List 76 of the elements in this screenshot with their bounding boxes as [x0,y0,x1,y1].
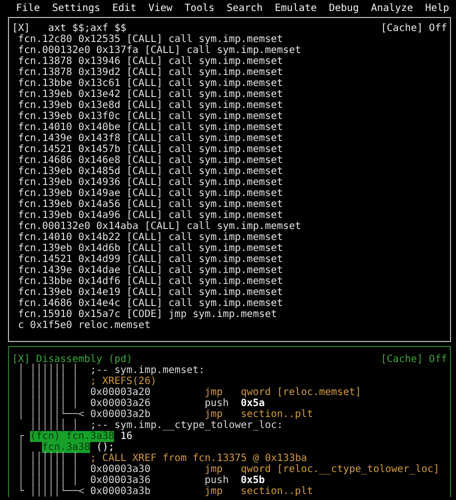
close-button[interactable]: [X] [12,354,30,365]
menu-item[interactable]: Help [425,3,450,14]
xref-line: fcn.14010 0x140be [CALL] call sym.imp.memset [17,122,284,133]
address-text: 0x00003a36 [90,475,152,486]
xref-line: fcn.139eb 0x14a96 [CALL] call sym.imp.memset [17,210,284,221]
flow-graph-gutter: │ ││││││ │ [17,453,80,464]
xref-line: fcn.14010 0x14b22 [CALL] call sym.imp.memset [17,232,284,243]
mnemonic-text: push [204,398,230,409]
xref-line: fcn.139eb 0x14936 [CALL] call sym.imp.memset [17,177,284,188]
xref-line: fcn.14686 0x146e8 [CALL] call sym.imp.memset [17,155,284,166]
xref-line: fcn.139eb 0x149ae [CALL] call sym.imp.memset [17,188,284,199]
operand-text: 0x5b [240,475,265,486]
xref-line: fcn.1439e 0x143f8 [CALL] call sym.imp.memset [17,133,284,144]
xref-line: fcn.14686 0x14e4c [CALL] call sym.imp.memset [17,298,284,309]
flow-graph-gutter: └ │││││└──< [17,486,86,497]
mnemonic-text: jmp [204,486,223,497]
menu-item[interactable]: Search [226,3,263,14]
comment-text: ; CALL XREF from fcn.13375 @ 0x133ba [90,453,308,464]
menu-item[interactable]: Settings [52,3,100,14]
menu-item[interactable]: Edit [112,3,136,14]
cache-toggle[interactable]: [Cache] Off [380,23,447,34]
menu-item[interactable]: Tools [184,3,215,14]
address-text: 0x00003a2b [90,409,152,420]
xref-line: fcn.14521 0x14d99 [CALL] call sym.imp.memset [17,254,284,265]
panel-title: Disassembly (pd) [36,354,132,365]
xref-line: fcn.139eb 0x13e42 [CALL] call sym.imp.memset [17,89,284,100]
panel-title: axt $$;axf $$ [48,23,126,34]
xref-line: fcn.1439e 0x14dae [CALL] call sym.imp.memset [17,265,284,276]
menu-item[interactable]: Emulate [274,3,317,14]
function-name: fcn.3a38 [42,442,90,453]
menu-item[interactable]: Debug [328,3,359,14]
operand-text: section..plt [240,486,313,497]
xref-line: fcn.13878 0x13946 [CALL] call sym.imp.memset [17,56,284,67]
xref-line: fcn.139eb 0x13e8d [CALL] call sym.imp.memset [17,100,284,111]
comment-text: ; XREFS(26) [90,376,156,387]
xref-line: fcn.139eb 0x13f0c [CALL] call sym.imp.memset [17,111,284,122]
flow-graph-gutter: │ │││││└──< [17,409,86,420]
address-text: 0x00003a3b [90,486,152,497]
mnemonic-text: jmp [204,387,223,398]
xref-line: fcn.13878 0x139d2 [CALL] call sym.imp.memset [17,67,284,78]
function-name: (fcn) fcn.3a38 [30,431,114,442]
xref-line: fcn.14521 0x1457b [CALL] call sym.imp.memset [17,144,284,155]
menu-item[interactable]: File [16,3,40,14]
close-button[interactable]: [X] [12,23,30,34]
xref-line: c 0x1f5e0 reloc.memset [17,320,152,331]
address-text: 0x00003a20 [90,387,152,398]
label-text: ;-- sym.imp.__ctype_tolower_loc: [90,420,283,431]
label-text: ;-- sym.imp.memset: [90,365,205,376]
menu-item[interactable]: Analyze [370,3,414,14]
cache-toggle[interactable]: [Cache] Off [380,354,447,365]
address-text: 0x00003a26 [90,398,152,409]
xref-line: fcn.15910 0x15a7c [CODE] jmp sym.imp.memset [17,309,277,320]
xref-line: fcn.000132e0 0x137fa [CALL] call sym.imp.memset [17,45,302,56]
mnemonic-text: jmp [204,409,223,420]
xref-line: fcn.139eb 0x14d6b [CALL] call sym.imp.memset [17,243,284,254]
operand-text: section..plt [240,409,313,420]
xref-line: fcn.13bbe 0x14df6 [CALL] call sym.imp.memset [17,276,284,287]
operand-text: qword [reloc.memset] [240,387,362,398]
xref-line: fcn.13bbe 0x13c61 [CALL] call sym.imp.memset [17,78,284,89]
address-text: 0x00003a30 [90,464,152,475]
operand-text: 0x5a [240,398,265,409]
flow-graph-gutter: │ ││││││ │ [17,365,78,376]
flow-graph-gutter: ││││││ │ [29,420,78,431]
xref-line: fcn.139eb 0x14a56 [CALL] call sym.imp.memset [17,199,284,210]
xref-line: fcn.139eb 0x14e19 [CALL] call sym.imp.memset [17,287,284,298]
flow-graph-gutter: ┌ [17,431,26,442]
function-suffix: 16 [119,431,132,442]
operand-text: qword [reloc.__ctype_tolower_loc] [240,464,440,475]
flow-graph-gutter: │ [17,442,26,453]
function-suffix: (); [95,442,114,453]
mnemonic-text: jmp [204,464,223,475]
menu-item[interactable]: View [148,3,172,14]
mnemonic-text: push [204,475,230,486]
xref-line: fcn.000132e0 0x14aba [CALL] call sym.imp.memset [17,221,302,232]
xref-line: fcn.139eb 0x1485d [CALL] call sym.imp.memset [17,166,284,177]
xref-line: fcn.12c80 0x12535 [CALL] call sym.imp.memset [17,34,284,45]
